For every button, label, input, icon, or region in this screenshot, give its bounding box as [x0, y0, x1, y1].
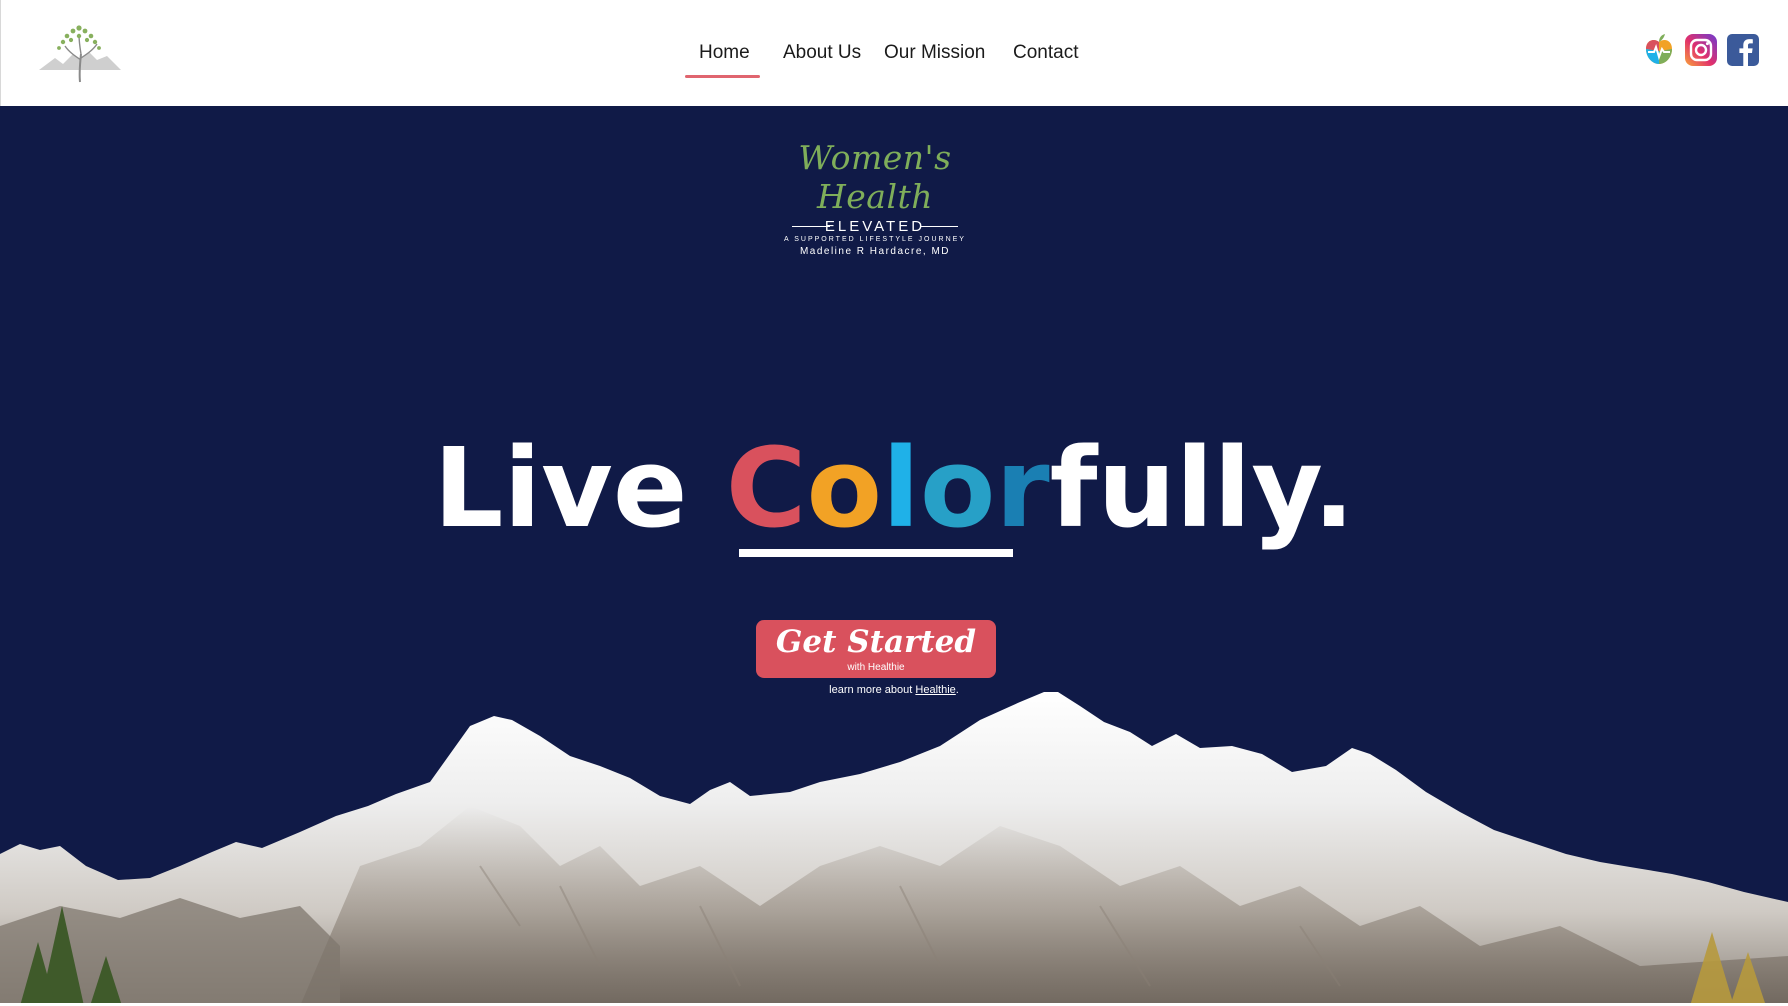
nav-contact[interactable]: Contact — [1013, 42, 1078, 64]
instagram-icon[interactable] — [1684, 33, 1718, 67]
nav-our-mission[interactable]: Our Mission — [884, 42, 985, 64]
headline-live: Live — [433, 424, 726, 552]
nav-home[interactable]: Home — [685, 42, 760, 78]
womens-health-elevated-logo: Women's Health ELEVATED A SUPPORTED LIFE… — [770, 138, 980, 257]
with-healthie-label: with Healthie — [847, 662, 905, 673]
healthie-apple-icon[interactable] — [1642, 33, 1676, 67]
brand-tagline: A SUPPORTED LIFESTYLE JOURNEY — [784, 236, 966, 243]
hero-section: Women's Health ELEVATED A SUPPORTED LIFE… — [0, 106, 1788, 1006]
headline-letter-o1: o — [806, 424, 883, 552]
headline-letter-c: C — [725, 424, 807, 552]
get-started-label: Get Started — [775, 624, 977, 660]
nav-about-us[interactable]: About Us — [783, 42, 861, 64]
learn-more-prefix: learn more about — [829, 684, 916, 696]
facebook-icon[interactable] — [1726, 33, 1760, 67]
headline-letter-o2: o — [919, 424, 996, 552]
learn-more-text: learn more about Healthie. — [0, 684, 1788, 696]
brand-rule-right — [920, 226, 958, 227]
brand-script-title: Women's Health — [798, 138, 952, 216]
healthie-link[interactable]: Healthie — [915, 684, 955, 696]
main-nav: Home About Us Our Mission Contact — [1, 36, 1788, 78]
headline-fully: fully. — [1049, 424, 1355, 552]
get-started-button[interactable]: Get Started with Healthie — [756, 620, 996, 678]
headline-letter-r: r — [995, 424, 1050, 552]
headline-underline — [739, 549, 1013, 557]
learn-more-suffix: . — [955, 684, 959, 696]
brand-doctor-name: Madeline R Hardacre, MD — [799, 246, 951, 257]
headline-letter-l: l — [882, 424, 920, 552]
hero-headline: Live Colorfully. — [0, 406, 1788, 571]
site-header: Home About Us Our Mission Contact — [0, 0, 1788, 106]
